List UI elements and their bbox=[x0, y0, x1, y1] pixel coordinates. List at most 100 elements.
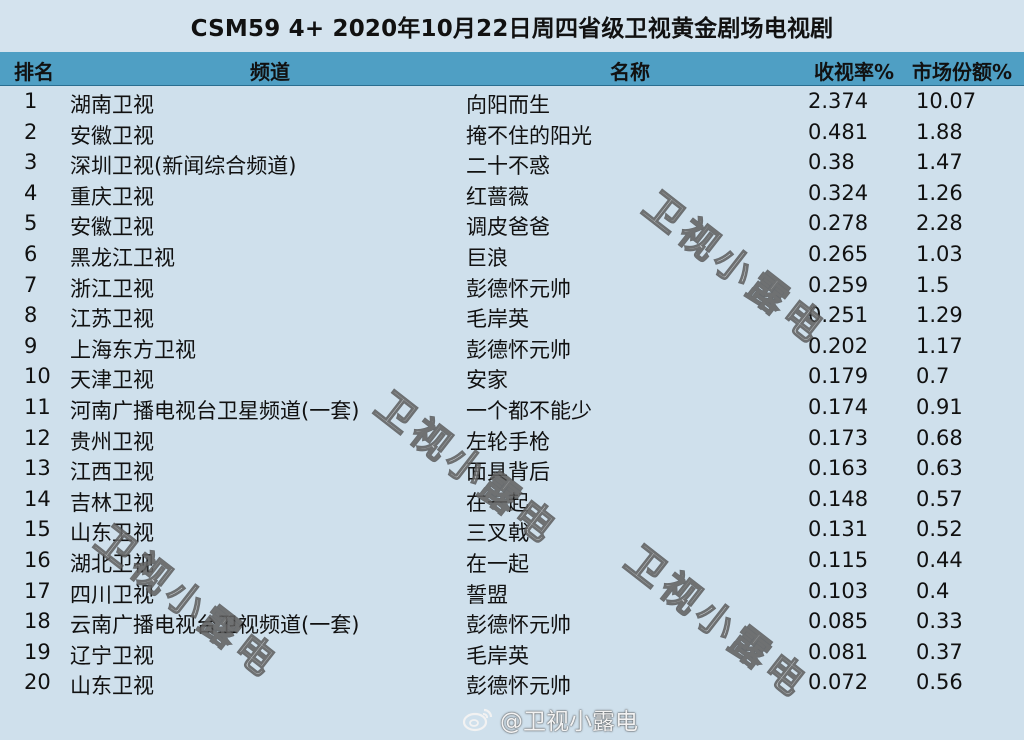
channel-cell: 吉林卫视 bbox=[70, 490, 154, 515]
rank-cell: 19 bbox=[24, 639, 51, 664]
rating-cell: 0.259 bbox=[808, 272, 869, 297]
table-row: 19 辽宁卫视 毛岸英 0.081 0.37 bbox=[0, 637, 1024, 668]
share-cell: 1.26 bbox=[916, 180, 963, 205]
rating-cell: 0.072 bbox=[808, 670, 869, 695]
share-cell: 0.33 bbox=[916, 609, 963, 634]
share-cell: 0.63 bbox=[916, 456, 963, 481]
rating-cell: 0.163 bbox=[808, 456, 869, 481]
rating-cell: 0.265 bbox=[808, 241, 869, 266]
share-cell: 0.52 bbox=[916, 517, 963, 542]
channel-cell: 浙江卫视 bbox=[70, 276, 154, 301]
rank-cell: 17 bbox=[24, 578, 51, 603]
channel-cell: 江西卫视 bbox=[70, 460, 154, 485]
name-cell: 彭德怀元帅 bbox=[466, 613, 571, 638]
name-cell: 红蔷薇 bbox=[466, 184, 529, 209]
share-cell: 0.4 bbox=[916, 578, 950, 603]
rating-cell: 0.173 bbox=[808, 425, 869, 450]
table-row: 18 云南广播电视台卫视频道(一套) 彭德怀元帅 0.085 0.33 bbox=[0, 606, 1024, 637]
header-rating: 收视率% bbox=[814, 60, 895, 84]
table-row: 6 黑龙江卫视 巨浪 0.265 1.03 bbox=[0, 239, 1024, 270]
rating-cell: 2.374 bbox=[808, 89, 869, 113]
table-row: 4 重庆卫视 红蔷薇 0.324 1.26 bbox=[0, 178, 1024, 209]
name-cell: 向阳而生 bbox=[466, 93, 550, 117]
table-row: 13 江西卫视 面具背后 0.163 0.63 bbox=[0, 453, 1024, 484]
table-row: 10 天津卫视 安家 0.179 0.7 bbox=[0, 361, 1024, 392]
channel-cell: 深圳卫视(新闻综合频道) bbox=[70, 154, 297, 179]
name-cell: 彭德怀元帅 bbox=[466, 276, 571, 301]
name-cell: 二十不惑 bbox=[466, 154, 550, 179]
rank-cell: 11 bbox=[24, 394, 51, 419]
rank-cell: 9 bbox=[24, 333, 38, 358]
channel-cell: 河南广播电视台卫星频道(一套) bbox=[70, 398, 360, 423]
header-channel: 频道 bbox=[250, 60, 290, 84]
rank-cell: 14 bbox=[24, 486, 51, 511]
channel-cell: 安徽卫视 bbox=[70, 123, 154, 148]
share-cell: 1.17 bbox=[916, 333, 963, 358]
rating-cell: 0.179 bbox=[808, 364, 869, 389]
share-cell: 2.28 bbox=[916, 211, 963, 236]
name-cell: 三叉戟 bbox=[466, 521, 529, 546]
rating-cell: 0.324 bbox=[808, 180, 869, 205]
rank-cell: 20 bbox=[24, 670, 51, 695]
table-row: 20 山东卫视 彭德怀元帅 0.072 0.56 bbox=[0, 667, 1024, 698]
channel-cell: 山东卫视 bbox=[70, 674, 154, 699]
rating-cell: 0.085 bbox=[808, 609, 869, 634]
header-rank: 排名 bbox=[14, 60, 54, 84]
channel-cell: 天津卫视 bbox=[70, 368, 154, 393]
channel-cell: 湖北卫视 bbox=[70, 551, 154, 576]
name-cell: 安家 bbox=[466, 368, 508, 393]
name-cell: 彭德怀元帅 bbox=[466, 337, 571, 362]
share-cell: 10.07 bbox=[916, 89, 977, 113]
share-cell: 1.88 bbox=[916, 119, 963, 144]
rating-cell: 0.251 bbox=[808, 303, 869, 328]
table-body: 1 湖南卫视 向阳而生 2.374 10.07 2 安徽卫视 掩不住的阳光 0.481 1.88 3… bbox=[0, 86, 1024, 698]
name-cell: 左轮手枪 bbox=[466, 429, 550, 454]
name-cell: 在一起 bbox=[466, 551, 529, 576]
name-cell: 彭德怀元帅 bbox=[466, 674, 571, 699]
page-title-text: CSM59 4+ 2020年10月22日周四省级卫视黄金剧场电视剧 bbox=[190, 16, 834, 42]
name-cell: 掩不住的阳光 bbox=[466, 123, 592, 148]
table-row: 17 四川卫视 誓盟 0.103 0.4 bbox=[0, 576, 1024, 607]
channel-cell: 黑龙江卫视 bbox=[70, 245, 175, 270]
rank-cell: 5 bbox=[24, 211, 38, 236]
weibo-credit: @卫视小露电 bbox=[462, 702, 638, 736]
name-cell: 毛岸英 bbox=[466, 643, 529, 668]
share-cell: 0.91 bbox=[916, 394, 963, 419]
table-row: 2 安徽卫视 掩不住的阳光 0.481 1.88 bbox=[0, 117, 1024, 148]
channel-cell: 四川卫视 bbox=[70, 582, 154, 607]
rating-cell: 0.278 bbox=[808, 211, 869, 236]
table-row: 14 吉林卫视 在一起 0.148 0.57 bbox=[0, 484, 1024, 515]
name-cell: 在一起 bbox=[466, 490, 529, 515]
rating-cell: 0.103 bbox=[808, 578, 869, 603]
channel-cell: 上海东方卫视 bbox=[70, 337, 196, 362]
table-header: 排名 频道 名称 收视率% 市场份额% bbox=[0, 52, 1024, 86]
table-row: 7 浙江卫视 彭德怀元帅 0.259 1.5 bbox=[0, 270, 1024, 301]
rating-cell: 0.202 bbox=[808, 333, 869, 358]
channel-cell: 重庆卫视 bbox=[70, 184, 154, 209]
share-cell: 0.57 bbox=[916, 486, 963, 511]
channel-cell: 山东卫视 bbox=[70, 521, 154, 546]
share-cell: 0.7 bbox=[916, 364, 950, 389]
name-cell: 毛岸英 bbox=[466, 307, 529, 332]
table-row: 11 河南广播电视台卫星频道(一套) 一个都不能少 0.174 0.91 bbox=[0, 392, 1024, 423]
rank-cell: 15 bbox=[24, 517, 51, 542]
rank-cell: 8 bbox=[24, 303, 38, 328]
name-cell: 一个都不能少 bbox=[466, 398, 592, 423]
header-share: 市场份额% bbox=[912, 60, 1013, 84]
share-cell: 1.03 bbox=[916, 241, 963, 266]
share-cell: 0.44 bbox=[916, 547, 963, 572]
weibo-handle: @卫视小露电 bbox=[500, 709, 638, 735]
share-cell: 1.5 bbox=[916, 272, 950, 297]
rank-cell: 16 bbox=[24, 547, 51, 572]
rank-cell: 7 bbox=[24, 272, 38, 297]
channel-cell: 云南广播电视台卫视频道(一套) bbox=[70, 613, 360, 638]
rank-cell: 6 bbox=[24, 241, 38, 266]
channel-cell: 安徽卫视 bbox=[70, 215, 154, 240]
rating-cell: 0.174 bbox=[808, 394, 869, 419]
share-cell: 1.29 bbox=[916, 303, 963, 328]
page-title: CSM59 4+ 2020年10月22日周四省级卫视黄金剧场电视剧 bbox=[0, 0, 1024, 52]
table-row: 16 湖北卫视 在一起 0.115 0.44 bbox=[0, 545, 1024, 576]
share-cell: 0.56 bbox=[916, 670, 963, 695]
rating-cell: 0.481 bbox=[808, 119, 869, 144]
rank-cell: 4 bbox=[24, 180, 38, 205]
